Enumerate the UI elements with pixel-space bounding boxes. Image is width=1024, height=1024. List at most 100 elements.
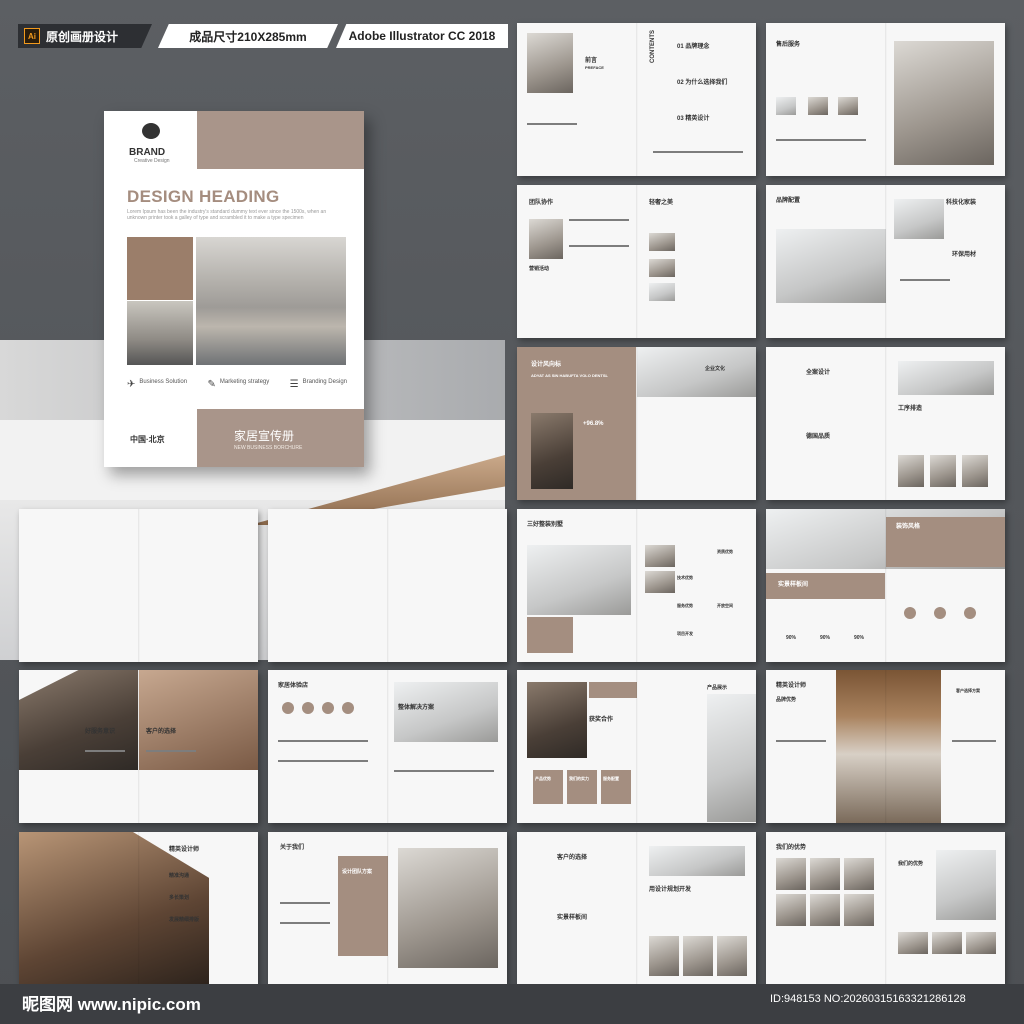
spread-title: 企业文化	[705, 366, 726, 372]
spread-13: 精英设计师 精准沟通 多长策划 发展精细排版	[19, 832, 258, 985]
spread-photo	[649, 259, 675, 277]
text-line	[527, 123, 577, 125]
spread-title: 售后服务	[776, 42, 801, 48]
spread-title: 家居体验店	[278, 683, 309, 689]
spread-1: 前言 PREFACE CONTENTS 01 品牌理念 02 为什么选择我们 0…	[517, 23, 756, 176]
spread-title: 我们的优势	[776, 845, 807, 851]
spread-title: 科技化家装	[946, 200, 977, 206]
feature-item: ✎ Marketing strategy	[207, 379, 270, 390]
list-item: 产品优势	[535, 776, 551, 781]
spread-title: 团队协作	[529, 200, 554, 206]
spread-subtitle: PREFACE	[585, 65, 604, 70]
brand-sub: Creative Design	[134, 158, 170, 164]
spread-15: 客户的选择 实景样板间 用设计规划开发	[517, 832, 756, 985]
text-line	[900, 279, 950, 281]
spread-title: 用设计规划开发	[649, 887, 692, 893]
text-line	[278, 740, 368, 742]
tag-label: 原创画册设计	[46, 29, 119, 44]
pencil-icon: ✎	[207, 379, 216, 390]
spread-11: 获奖合作 产品优势 我们的实力 服务配置 产品展示	[517, 670, 756, 823]
circle-icon	[964, 607, 976, 619]
spread-photo	[139, 670, 258, 770]
block-label: 设计团队方案	[342, 869, 373, 875]
text-line	[280, 922, 330, 924]
circle-icon	[342, 702, 354, 714]
spread-title: 前言	[585, 58, 598, 64]
spread-title: 三好整装别墅	[527, 522, 564, 528]
spread-title: 好服务意识	[85, 729, 116, 735]
text-line	[278, 760, 368, 762]
spread-photo	[776, 229, 886, 303]
spread-10: 家居体验店 整体解决方案	[268, 670, 507, 823]
spread-title: 实景样板间	[778, 582, 809, 588]
spread-title: 我们的优势	[898, 861, 924, 867]
blank-spread	[19, 509, 258, 662]
text-line	[653, 151, 743, 153]
list-item: 多长策划	[169, 895, 190, 901]
spread-photo	[966, 932, 996, 954]
spread-12: 精英设计师 品牌优势 客户选择方案	[766, 670, 1005, 823]
spread-photo	[810, 858, 840, 890]
spread-subtitle: ADYAT AS SIN HABUFTA VOLO DENTSL	[531, 373, 608, 378]
brand-name: BRAND	[129, 147, 166, 158]
illustrator-icon: Ai	[24, 28, 40, 44]
feature-item: ☰ Branding Design	[289, 379, 347, 390]
spread-2: 售后服务	[766, 23, 1005, 176]
cover-title: 家居宣传册	[234, 429, 295, 443]
spread-photo	[717, 936, 747, 976]
tag-size: 成品尺寸210X285mm	[158, 24, 338, 48]
text-line	[952, 740, 996, 742]
spread-photo	[810, 894, 840, 926]
spread-photo	[894, 199, 944, 239]
feature-item: ✈ Business Solution	[127, 379, 188, 390]
spread-photo	[707, 694, 756, 822]
spread-photo	[19, 832, 209, 985]
cover-photo	[196, 237, 346, 365]
stat-value: +96.8%	[583, 421, 604, 427]
spread-photo	[645, 545, 675, 567]
spread-photo	[637, 347, 756, 397]
list-item: 资质优势	[717, 549, 733, 554]
color-block	[589, 682, 637, 698]
cover-title-en: NEW BUSINESS BORCHURE	[234, 445, 303, 451]
spread-photo	[19, 670, 138, 770]
spread-4: 品牌配置 科技化家装 环保用材	[766, 185, 1005, 338]
cover-city: 中国·北京	[130, 435, 165, 444]
circle-icon	[302, 702, 314, 714]
spread-photo	[808, 97, 828, 115]
list-item: 开放空间	[717, 603, 733, 608]
contents-item: 03 精英设计	[677, 116, 710, 122]
spread-photo	[649, 233, 675, 251]
text-line	[569, 219, 629, 221]
spread-photo	[776, 97, 796, 115]
cover-color-block	[127, 237, 193, 300]
spread-photo	[962, 455, 988, 487]
spread-title: 工序排造	[898, 406, 923, 412]
spread-photo	[398, 848, 498, 968]
spread-photo	[898, 932, 928, 954]
spread-photo	[932, 932, 962, 954]
spread-title: 客户的选择	[557, 855, 588, 861]
list-item: 服务优势	[677, 603, 693, 608]
list-item: 技术优势	[677, 575, 693, 580]
circle-icon	[934, 607, 946, 619]
circle-icon	[282, 702, 294, 714]
spread-photo	[898, 361, 994, 395]
plane-icon: ✈	[127, 379, 136, 390]
spread-16: 我们的优势 我们的优势	[766, 832, 1005, 985]
list-item: 服务配置	[603, 776, 619, 781]
spread-photo	[898, 455, 924, 487]
spread-photo	[649, 936, 679, 976]
stat-value: 90%	[854, 635, 865, 641]
cover-top-block	[197, 111, 364, 169]
spread-photo	[527, 33, 573, 93]
spread-title: 全案设计	[806, 370, 831, 376]
spread-14: 关于我们 设计团队方案	[268, 832, 507, 985]
spread-title: 精英设计师	[776, 683, 807, 689]
list-item: 我们的实力	[569, 776, 589, 781]
spread-title: 关于我们	[280, 845, 305, 851]
spread-photo	[936, 850, 996, 920]
spread-photo	[527, 682, 587, 758]
spread-photo	[531, 413, 573, 489]
spread-photo	[645, 571, 675, 593]
